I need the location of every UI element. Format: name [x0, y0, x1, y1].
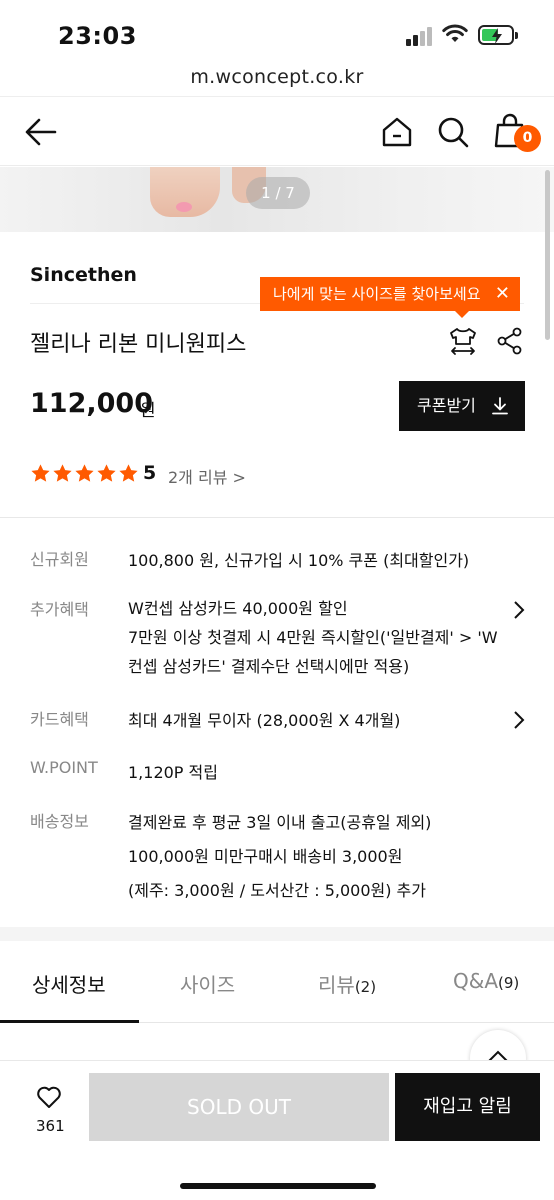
star-icon: [119, 464, 138, 482]
extra-benefit-line: W컨셉 삼성카드 40,000원 할인: [128, 599, 348, 618]
active-tab-indicator: [0, 1020, 139, 1023]
card-benefit-label: 카드혜택: [30, 710, 89, 729]
address-bar-url[interactable]: m.wconcept.co.kr: [0, 66, 554, 88]
chevron-right-icon[interactable]: [512, 600, 526, 620]
member-benefit-row: 신규회원 100,800 원, 신규가입 시 10% 쿠폰 (최대할인가): [30, 546, 530, 576]
section-separator: [0, 927, 554, 941]
shipping-info-line: 100,000원 미만구매시 배송비 3,000원: [128, 847, 403, 866]
product-title: 젤리나 리본 미니원피스: [30, 332, 247, 357]
tab-review[interactable]: 리뷰(2): [318, 969, 376, 998]
product-price: 112,000: [30, 388, 153, 419]
status-bar: 23:03: [0, 0, 554, 60]
heart-icon[interactable]: [36, 1085, 62, 1109]
member-benefit-value: 100,800 원, 신규가입 시 10% 쿠폰 (최대할인가): [128, 551, 470, 570]
cellular-signal-icon: [406, 26, 434, 46]
tab-detail[interactable]: 상세정보: [32, 969, 106, 998]
shipping-info-label: 배송정보: [30, 812, 89, 831]
extra-benefit-line: 컨셉 삼성카드' 결제수단 선택시에만 적용): [128, 657, 410, 676]
download-icon: [492, 397, 508, 415]
tab-label: 상세정보: [32, 973, 106, 997]
star-icon: [97, 464, 116, 482]
purchase-bar: 361 SOLD OUT 재입고 알림: [0, 1060, 554, 1200]
tab-label: 리뷰: [318, 973, 355, 997]
tab-label: 사이즈: [180, 973, 236, 997]
member-benefit-label: 신규회원: [30, 550, 89, 569]
review-count-link[interactable]: 2개 리뷰 >: [168, 464, 246, 488]
battery-icon: [478, 25, 518, 45]
shipping-info-row: 배송정보 결제완료 후 평균 3일 이내 출고(공휴일 제외) 100,000원…: [30, 808, 530, 900]
chevron-right-icon[interactable]: [512, 710, 526, 730]
price-unit: 원: [140, 401, 156, 421]
product-photo-bow: [176, 202, 192, 212]
close-icon[interactable]: ✕: [495, 277, 510, 311]
card-benefit-value: 최대 4개월 무이자 (28,000원 X 4개월): [128, 711, 401, 730]
tab-count: (9): [498, 974, 520, 992]
shipping-info-value: 결제완료 후 평균 3일 이내 출고(공휴일 제외) 100,000원 미만구매…: [128, 806, 431, 908]
card-benefit-row[interactable]: 카드혜택 최대 4개월 무이자 (28,000원 X 4개월): [30, 706, 530, 736]
cart-count-badge[interactable]: 0: [514, 125, 541, 152]
search-icon[interactable]: [436, 115, 470, 149]
extra-benefit-label: 추가혜택: [30, 600, 89, 619]
wpoint-label: W.POINT: [30, 758, 98, 777]
tab-label: Q&A: [453, 969, 499, 993]
rating-score: 5: [143, 462, 157, 484]
sold-out-button[interactable]: SOLD OUT: [89, 1073, 389, 1141]
size-guide-icon[interactable]: [448, 326, 478, 356]
extra-benefit-value: W컨셉 삼성카드 40,000원 할인 7만원 이상 첫결제 시 4만원 즉시할…: [128, 594, 498, 681]
size-finder-tooltip-text: 나에게 맞는 사이즈를 찾아보세요: [273, 285, 481, 303]
extra-benefit-line: 7만원 이상 첫결제 시 4만원 즉시할인('일반결제' > 'W: [128, 628, 498, 647]
section-divider: [0, 517, 554, 518]
back-arrow-icon[interactable]: [24, 115, 58, 149]
status-time: 23:03: [58, 22, 137, 50]
like-count: 361: [36, 1117, 65, 1135]
tab-count: (2): [354, 978, 377, 996]
shipping-info-line: (제주: 3,000원 / 도서산간 : 5,000원) 추가: [128, 881, 426, 900]
extra-benefit-row[interactable]: 추가혜택 W컨셉 삼성카드 40,000원 할인 7만원 이상 첫결제 시 4만…: [30, 596, 530, 686]
brand-name[interactable]: Sincethen: [30, 264, 137, 286]
home-icon[interactable]: [380, 115, 414, 149]
share-icon[interactable]: [496, 327, 524, 355]
download-coupon-button[interactable]: 쿠폰받기: [399, 381, 525, 431]
image-pager: 1 / 7: [246, 177, 310, 209]
site-header: 0: [0, 96, 554, 166]
wpoint-value: 1,120P 적립: [128, 763, 218, 782]
detail-tabs: 상세정보 사이즈 리뷰(2) Q&A(9): [0, 941, 554, 1023]
star-icon: [53, 464, 72, 482]
product-image-carousel[interactable]: 1 / 7: [0, 167, 554, 232]
star-icon: [75, 464, 94, 482]
tab-size[interactable]: 사이즈: [180, 969, 235, 998]
size-finder-tooltip[interactable]: 나에게 맞는 사이즈를 찾아보세요 ✕: [260, 277, 520, 318]
home-indicator: [180, 1183, 376, 1189]
wifi-icon: [442, 24, 468, 42]
star-icon: [31, 464, 50, 482]
tab-qna[interactable]: Q&A(9): [453, 969, 519, 993]
star-rating: [30, 463, 139, 484]
shipping-info-line: 결제완료 후 평균 3일 이내 출고(공휴일 제외): [128, 813, 432, 832]
wpoint-row: W.POINT 1,120P 적립: [30, 758, 530, 788]
page-scrollbar[interactable]: [545, 170, 550, 340]
restock-alert-button[interactable]: 재입고 알림: [395, 1073, 540, 1141]
coupon-button-label: 쿠폰받기: [417, 396, 476, 415]
